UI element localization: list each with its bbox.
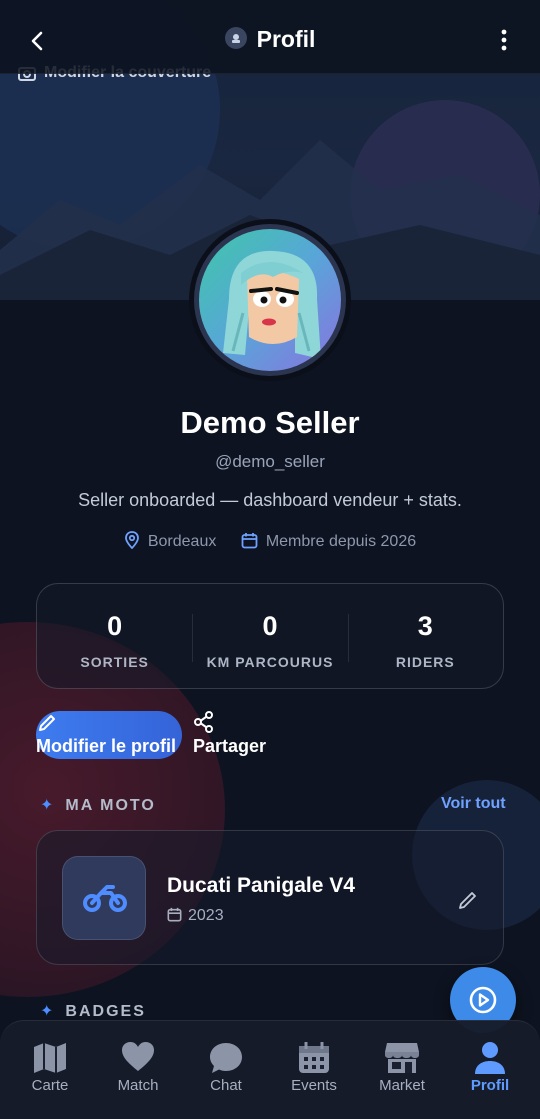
stat-riders[interactable]: 3 RIDERS xyxy=(347,584,503,688)
nav-item-market[interactable]: Market xyxy=(358,1021,446,1119)
sparkle-icon: ✦ xyxy=(40,797,54,814)
avatar-image xyxy=(199,229,341,371)
profile-name: Demo Seller xyxy=(180,405,360,440)
pencil-icon xyxy=(459,892,476,909)
page-title: Profil xyxy=(256,26,316,52)
edit-profile-label: Modifier le profil xyxy=(36,736,177,756)
stat-label: RIDERS xyxy=(395,654,455,670)
nav-item-carte[interactable]: Carte xyxy=(6,1021,94,1119)
stat-label: SORTIES xyxy=(80,654,149,670)
nav-item-match[interactable]: Match xyxy=(94,1021,182,1119)
app-logo-icon xyxy=(224,26,247,49)
see-all-link[interactable]: Voir tout xyxy=(441,795,506,813)
map-icon xyxy=(6,1041,94,1077)
badges-section-title: ✦ BADGES xyxy=(40,1001,146,1021)
nav-item-profil[interactable]: Profil xyxy=(446,1021,534,1119)
profile-handle: @demo_seller xyxy=(215,452,325,471)
motorcycle-icon xyxy=(62,856,146,940)
stat-outings: 0 SORTIES xyxy=(37,584,192,688)
heart-icon xyxy=(94,1041,182,1077)
stat-label: KM PARCOURUS xyxy=(206,654,334,670)
nav-item-events[interactable]: Events xyxy=(270,1021,358,1119)
nav-label: Events xyxy=(291,1077,337,1094)
sparkle-icon: ✦ xyxy=(40,1003,54,1020)
nav-label: Carte xyxy=(31,1077,69,1094)
profile-meta: Bordeaux Membre depuis 2026 xyxy=(0,531,540,551)
nav-label: Market xyxy=(379,1077,425,1094)
share-label: Partager xyxy=(193,736,267,756)
avatar[interactable] xyxy=(189,219,351,381)
more-vertical-icon xyxy=(501,29,507,51)
calendar-icon xyxy=(241,533,258,549)
nav-label: Match xyxy=(117,1077,159,1094)
stat-value: 0 xyxy=(107,611,123,641)
nav-label: Chat xyxy=(210,1077,242,1094)
moto-year: 2023 xyxy=(167,907,224,925)
member-since-text: Membre depuis 2026 xyxy=(265,533,417,550)
top-app-bar: Profil xyxy=(0,0,540,74)
stat-value: 3 xyxy=(417,611,433,641)
moto-name: Ducati Panigale V4 xyxy=(167,874,355,897)
store-icon xyxy=(358,1041,446,1077)
more-options-button[interactable] xyxy=(494,28,514,52)
moto-section-title: ✦ MA MOTO xyxy=(40,795,156,815)
calendar-icon xyxy=(167,907,182,922)
profile-bio: Seller onboarded — dashboard vendeur + s… xyxy=(78,490,462,510)
pencil-icon xyxy=(38,711,58,736)
member-since-info: Membre depuis 2026 xyxy=(241,532,416,551)
user-icon xyxy=(446,1041,534,1077)
bottom-navigation: Carte Match Chat Events Market Profil xyxy=(0,1020,540,1119)
badges-section-label: BADGES xyxy=(65,1003,146,1020)
stat-km: 0 KM PARCOURUS xyxy=(192,584,347,688)
share-icon xyxy=(193,711,215,738)
play-circle-icon xyxy=(469,986,497,1014)
moto-card[interactable]: Ducati Panigale V4 2023 xyxy=(36,830,504,965)
nav-label: Profil xyxy=(470,1077,510,1094)
location-text: Bordeaux xyxy=(147,533,217,550)
chat-bubble-icon xyxy=(182,1041,270,1077)
profile-screen: Modifier la couverture Profil xyxy=(0,0,540,1119)
share-button[interactable]: Partager xyxy=(193,711,283,759)
edit-moto-button[interactable] xyxy=(457,887,479,914)
nav-item-chat[interactable]: Chat xyxy=(182,1021,270,1119)
stat-value: 0 xyxy=(262,611,278,641)
stats-card: 0 SORTIES 0 KM PARCOURUS 3 RIDERS xyxy=(36,583,504,689)
location-info: Bordeaux xyxy=(124,531,217,551)
moto-section-label: MA MOTO xyxy=(65,797,156,814)
calendar-icon xyxy=(270,1041,358,1077)
edit-profile-button[interactable]: Modifier le profil xyxy=(36,711,182,759)
moto-year-text: 2023 xyxy=(188,907,224,924)
location-pin-icon xyxy=(124,531,139,550)
